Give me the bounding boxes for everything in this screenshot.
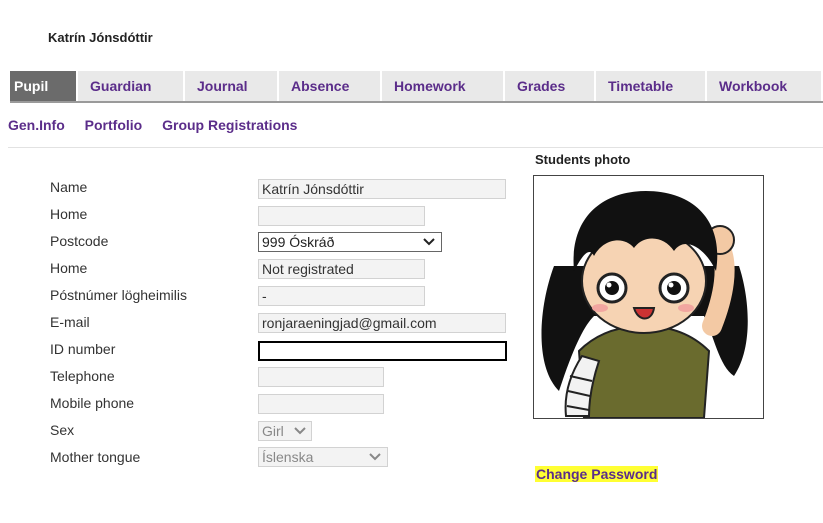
sex-select: Girl [258,421,312,441]
student-avatar-illustration [541,191,748,418]
tab-bar: Pupil Guardian Journal Absence Homework … [10,71,823,103]
subnav-group-registrations[interactable]: Group Registrations [162,117,297,133]
telephone-label: Telephone [50,368,115,384]
postcode-select[interactable]: 999 Óskráð [258,232,442,252]
chevron-down-icon [423,238,435,246]
subnav-gen-info[interactable]: Gen.Info [8,117,65,133]
tab-homework[interactable]: Homework [382,71,505,101]
email-label: E-mail [50,314,90,330]
sex-value: Girl [262,423,284,439]
tab-grades[interactable]: Grades [505,71,596,101]
home2-label: Home [50,260,88,276]
tab-timetable[interactable]: Timetable [596,71,707,101]
postcode-label: Postcode [50,233,109,249]
student-name: Katrín Jónsdóttir [48,30,153,45]
id-number-field[interactable] [258,341,507,361]
chevron-down-icon [294,427,306,435]
photo-title: Students photo [535,152,631,167]
tab-pupil[interactable]: Pupil [10,71,78,101]
mother-tongue-value: Íslenska [262,449,314,465]
home-label: Home [50,206,88,222]
sub-navigation: Gen.Info Portfolio Group Registrations [8,117,313,133]
telephone-field[interactable] [258,367,384,387]
postnumer-label: Póstnúmer lögheimilis [50,287,187,303]
mother-tongue-select: Íslenska [258,447,388,467]
mother-tongue-label: Mother tongue [50,449,141,465]
postnumer-field: - [258,286,425,306]
mobile-label: Mobile phone [50,395,135,411]
subnav-portfolio[interactable]: Portfolio [85,117,143,133]
divider [8,147,823,148]
home-field[interactable] [258,206,425,226]
sex-label: Sex [50,422,75,438]
tab-workbook[interactable]: Workbook [707,71,823,101]
chevron-down-icon [369,453,381,461]
email-field[interactable]: ronjaraeningjad@gmail.com [258,313,506,333]
home2-field: Not registrated [258,259,425,279]
name-field[interactable]: Katrín Jónsdóttir [258,179,506,199]
student-photo [533,175,764,419]
tab-journal[interactable]: Journal [185,71,279,101]
tab-absence[interactable]: Absence [279,71,382,101]
postcode-value: 999 Óskráð [262,234,335,250]
id-number-label: ID number [50,341,116,357]
name-label: Name [50,179,88,195]
change-password-link[interactable]: Change Password [535,466,659,482]
tab-guardian[interactable]: Guardian [78,71,185,101]
mobile-field[interactable] [258,394,384,414]
